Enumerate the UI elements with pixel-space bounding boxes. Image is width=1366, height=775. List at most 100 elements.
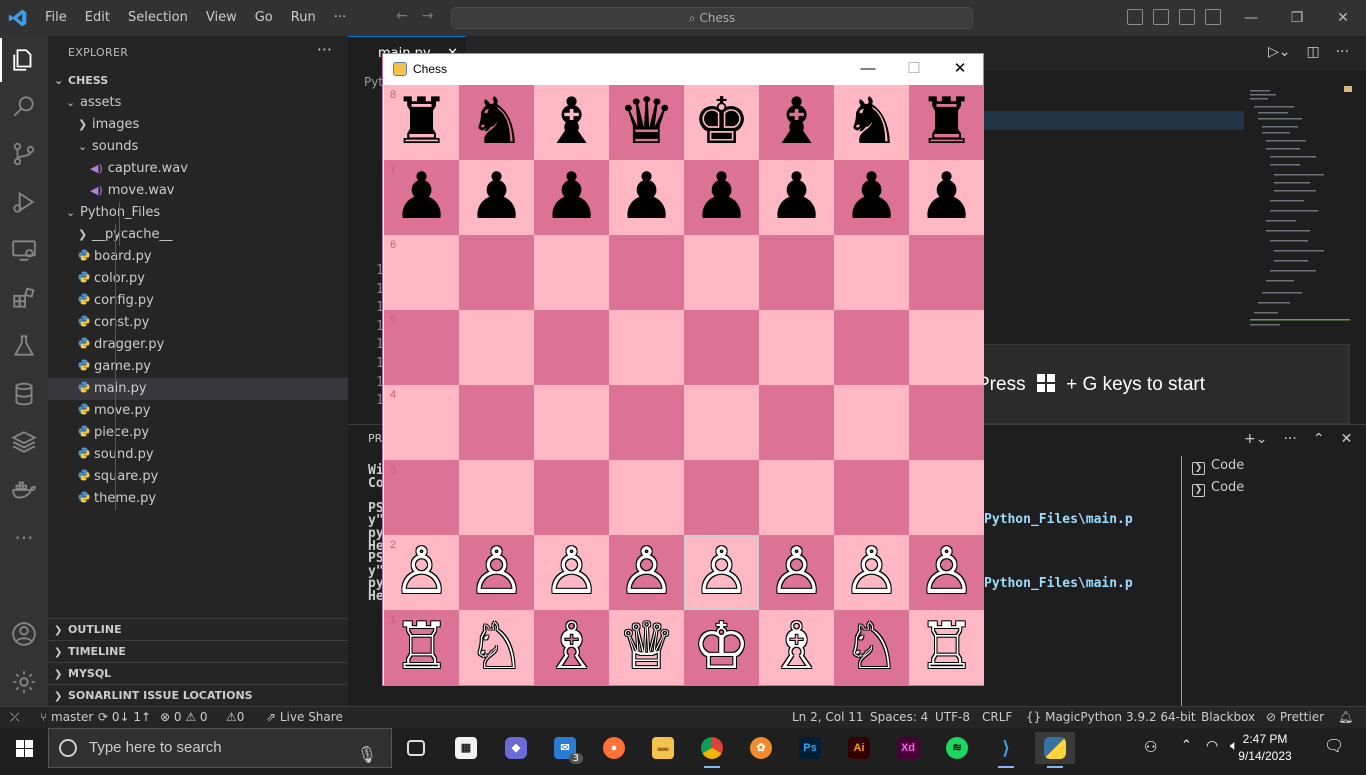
board-square[interactable] (834, 235, 909, 310)
chess-piece[interactable]: ♘ (459, 610, 534, 685)
editor-more-icon[interactable]: ··· (1336, 44, 1349, 60)
board-square[interactable] (909, 385, 984, 460)
task-view-icon[interactable] (396, 732, 436, 764)
new-terminal-icon[interactable]: +⌄ (1244, 431, 1267, 447)
chess-piece[interactable]: ♞ (459, 85, 534, 160)
people-icon[interactable]: ⚇ (1144, 738, 1157, 756)
chess-piece[interactable]: ♟ (909, 160, 984, 235)
taskbar-clock[interactable]: 2:47 PM 9/14/2023 (1230, 731, 1300, 765)
board-square[interactable] (609, 310, 684, 385)
spotify-icon[interactable]: ≋ (937, 732, 977, 764)
terminal-item[interactable]: ❯ Code (1192, 480, 1244, 497)
chess-piece[interactable]: ♗ (534, 610, 609, 685)
board-square[interactable] (759, 460, 834, 535)
board-square[interactable] (534, 460, 609, 535)
chess-piece[interactable]: ♝ (534, 85, 609, 160)
tree-item[interactable]: config.py (48, 290, 348, 312)
tree-item[interactable]: ❯ images (48, 114, 348, 136)
board-square[interactable] (684, 460, 759, 535)
chess-piece[interactable]: ♗ (759, 610, 834, 685)
chess-piece[interactable]: ♟ (609, 160, 684, 235)
chess-piece[interactable]: ♔ (684, 610, 759, 685)
layers-icon[interactable] (0, 420, 48, 464)
maximize-panel-icon[interactable]: ⌃ (1313, 431, 1325, 447)
toggle-panel-icon[interactable] (1153, 9, 1169, 25)
chess-piece[interactable]: ♟ (759, 160, 834, 235)
forward-arrow-icon[interactable]: → (422, 8, 448, 24)
tree-item[interactable]: move.py (48, 400, 348, 422)
notification-center-icon[interactable]: 🗨︎ (1324, 736, 1344, 755)
search-icon[interactable] (0, 84, 48, 128)
sync-indicator[interactable]: ⟳ 0↓ 1↑ (98, 707, 151, 728)
tree-item[interactable]: square.py (48, 466, 348, 488)
board-square[interactable] (684, 310, 759, 385)
tree-item[interactable]: main.py (48, 378, 348, 400)
command-center-search[interactable]: ⌕ Chess (451, 7, 973, 29)
chess-piece[interactable]: ♕ (609, 610, 684, 685)
chrome-icon[interactable] (692, 732, 732, 768)
close-icon[interactable]: ✕ (937, 54, 983, 84)
chess-piece[interactable]: ♟ (834, 160, 909, 235)
customize-layout-icon[interactable] (1205, 9, 1221, 25)
board-square[interactable] (534, 235, 609, 310)
chess-piece[interactable]: ♖ (909, 610, 984, 685)
fl-studio-icon[interactable]: ✿ (741, 732, 781, 764)
chess-board[interactable]: ♜ ♞ ♝ ♛ ♚ ♝ ♞ ♜ 8 ♟ ♟ ♟ ♟ ♟ ♟ ♟ ♟ 7 6 5 4 3 ♙ ♙ ♙ ♙ ♙ ♙ ♙ ♙ 2 ♖ ♘ ♗ ♕ ♔ ♗ ♘ ♖ 1 (384, 85, 984, 685)
board-square[interactable] (909, 460, 984, 535)
chess-piece[interactable]: ♙ (759, 535, 834, 610)
testing-icon[interactable] (0, 324, 48, 368)
firefox-icon[interactable]: ● (594, 732, 634, 764)
board-square[interactable] (909, 235, 984, 310)
chess-piece[interactable]: ♙ (909, 535, 984, 610)
chess-piece[interactable]: ♙ (684, 535, 759, 610)
source-control-icon[interactable] (0, 132, 48, 176)
chess-piece[interactable]: ♙ (834, 535, 909, 610)
explorer-icon[interactable] (0, 38, 48, 82)
ports-indicator[interactable]: ⚠0 (226, 707, 244, 728)
chess-piece[interactable]: ♟ (534, 160, 609, 235)
chess-piece[interactable]: ♚ (684, 85, 759, 160)
microsoft-store-icon[interactable]: ▦ (446, 732, 486, 764)
board-square[interactable] (759, 310, 834, 385)
board-square[interactable] (459, 310, 534, 385)
board-square[interactable] (459, 460, 534, 535)
chess-piece[interactable]: ♟ (459, 160, 534, 235)
board-square[interactable] (609, 460, 684, 535)
board-square[interactable] (909, 310, 984, 385)
tree-item[interactable]: board.py (48, 246, 348, 268)
tree-item[interactable]: ⌄ sounds (48, 136, 348, 158)
split-editor-icon[interactable]: ◫ (1307, 44, 1320, 60)
close-icon[interactable]: ✕ (1320, 0, 1366, 36)
prettier-status[interactable]: ⊘ Prettier (1266, 707, 1324, 728)
manage-gear-icon[interactable] (0, 660, 48, 704)
board-square[interactable] (759, 235, 834, 310)
photoshop-icon[interactable]: Ps (790, 732, 830, 764)
taskbar-search[interactable]: Type here to search 🎙︎ (48, 728, 392, 768)
end-of-line[interactable]: CRLF (982, 707, 1012, 728)
toggle-secondary-sidebar-icon[interactable] (1179, 9, 1195, 25)
notifications-bell-icon[interactable]: 🔔︎ (1338, 707, 1353, 728)
tree-item[interactable]: color.py (48, 268, 348, 290)
terminal-item[interactable]: ❯ Code (1192, 458, 1244, 475)
menu-selection[interactable]: Selection (119, 0, 197, 36)
menu-more[interactable]: ··· (325, 0, 355, 36)
chess-piece[interactable]: ♛ (609, 85, 684, 160)
run-file-icon[interactable]: ▷⌄ (1268, 44, 1291, 60)
mysql-section[interactable]: ❯ MYSQL (48, 662, 348, 684)
docker-icon[interactable] (0, 468, 48, 512)
color-theme[interactable]: Blackbox (1201, 707, 1255, 728)
tree-item[interactable]: ⌄ assets (48, 92, 348, 114)
extensions-icon[interactable] (0, 276, 48, 320)
microphone-icon[interactable]: 🎙︎ (357, 737, 377, 775)
board-square[interactable] (534, 385, 609, 460)
minimap[interactable] (1244, 86, 1354, 336)
menu-run[interactable]: Run (282, 0, 325, 36)
minimize-icon[interactable]: — (1228, 0, 1274, 36)
remote-explorer-icon[interactable] (0, 228, 48, 272)
encoding[interactable]: UTF-8 (935, 707, 970, 728)
tree-item[interactable]: ◀) move.wav (48, 180, 348, 202)
tree-item[interactable]: sound.py (48, 444, 348, 466)
accounts-icon[interactable] (0, 612, 48, 656)
more-views-icon[interactable]: ··· (0, 516, 48, 560)
chess-piece[interactable]: ♙ (609, 535, 684, 610)
